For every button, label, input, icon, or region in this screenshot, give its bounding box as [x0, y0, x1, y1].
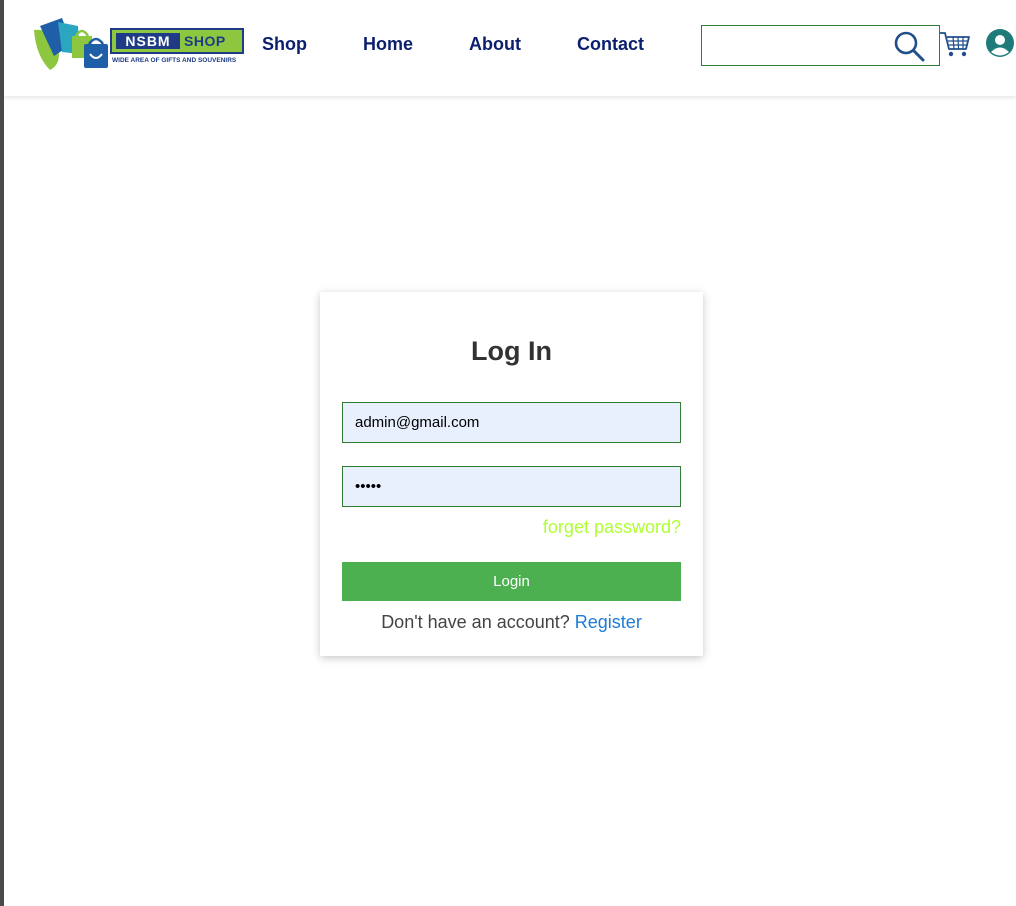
register-link[interactable]: Register: [575, 612, 642, 632]
shopping-bags-logo-icon: [34, 18, 108, 70]
logo-brand-secondary: SHOP: [184, 33, 226, 49]
logo-tagline: WIDE AREA OF GIFTS AND SOUVENIRS: [112, 57, 237, 64]
login-button[interactable]: Login: [342, 562, 681, 601]
no-account-text: Don't have an account?: [381, 612, 570, 632]
nav-link-shop[interactable]: Shop: [262, 34, 307, 55]
login-card: Log In forget password? Login Don't have…: [320, 292, 703, 656]
cart-icon[interactable]: [939, 30, 971, 58]
navbar: NSBM SHOP WIDE AREA OF GIFTS AND SOUVENI…: [4, 0, 1016, 96]
nav-link-home[interactable]: Home: [363, 34, 413, 55]
window-left-edge: [0, 0, 4, 906]
search-button[interactable]: [892, 29, 926, 63]
logo-brand-primary: NSBM: [116, 33, 180, 49]
search-box: [701, 25, 940, 66]
nav-link-about[interactable]: About: [469, 34, 521, 55]
login-title: Log In: [471, 336, 552, 366]
nav-link-contact[interactable]: Contact: [577, 34, 644, 55]
password-field[interactable]: [342, 466, 681, 507]
register-prompt: Don't have an account? Register: [320, 612, 703, 633]
email-field[interactable]: [342, 402, 681, 443]
search-icon: [894, 31, 925, 62]
user-icon[interactable]: [986, 29, 1014, 57]
logo-banner: NSBM SHOP: [110, 28, 244, 54]
forget-password-link[interactable]: forget password?: [543, 517, 681, 538]
search-input[interactable]: [706, 30, 890, 63]
nsbm-shop-logo[interactable]: NSBM SHOP WIDE AREA OF GIFTS AND SOUVENI…: [32, 16, 248, 72]
